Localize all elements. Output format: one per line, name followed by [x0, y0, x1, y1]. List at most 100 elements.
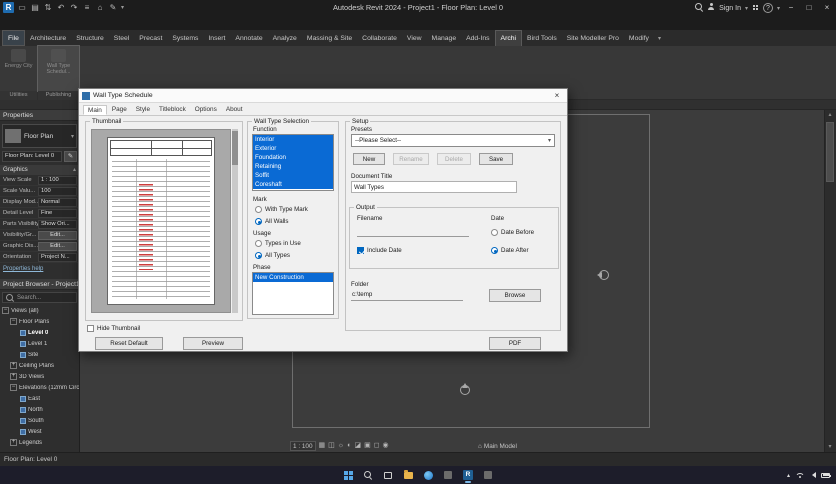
tab-add-ins[interactable]: Add-Ins — [461, 30, 494, 46]
wifi-icon[interactable] — [795, 472, 804, 479]
qat-customize-caret-icon[interactable]: ▾ — [121, 4, 124, 11]
dialog-titlebar[interactable]: Wall Type Schedule × — [79, 89, 567, 103]
show-crop-region-icon[interactable]: ▣ — [364, 441, 371, 451]
vertical-scrollbar[interactable]: ▴ ▾ — [824, 110, 834, 452]
function-option[interactable]: Coreshaft — [253, 180, 333, 189]
sign-in-button[interactable]: Sign In — [719, 5, 741, 12]
crop-view-icon[interactable]: ◪ — [354, 441, 361, 451]
dialog-close-button[interactable]: × — [550, 90, 564, 102]
tab-site-modeller-pro[interactable]: Site Modeller Pro — [562, 30, 624, 46]
scrollbar-thumb[interactable] — [232, 131, 238, 165]
close-button[interactable]: × — [820, 2, 834, 14]
function-option[interactable]: Interior — [253, 135, 333, 144]
temporary-hide-isolate-icon[interactable]: ◻ — [374, 441, 380, 451]
tab-modify[interactable]: Modify — [624, 30, 654, 46]
type-selector[interactable]: Floor Plan ▾ — [2, 124, 77, 148]
delete-button[interactable]: Delete — [437, 153, 471, 165]
phase-option[interactable]: New Construction — [253, 273, 333, 282]
tab-collaborate[interactable]: Collaborate — [357, 30, 402, 46]
ribbon-state-caret-icon[interactable]: ▾ — [654, 30, 665, 46]
file-explorer-icon[interactable] — [401, 468, 415, 482]
new-button[interactable]: New — [353, 153, 385, 165]
tab-bird-tools[interactable]: Bird Tools — [522, 30, 562, 46]
thumbnail-preview[interactable] — [91, 129, 231, 313]
tray-expand-icon[interactable]: ▴ — [787, 472, 790, 479]
tab-structure[interactable]: Structure — [71, 30, 109, 46]
collapse-icon[interactable] — [10, 384, 17, 391]
tree-item-elevations[interactable]: Elevations (12mm Circle) — [0, 382, 79, 393]
detail-level-icon[interactable]: ▦ — [319, 441, 326, 451]
presets-select[interactable]: --Please Select-- ▾ — [351, 134, 555, 147]
expand-icon[interactable] — [10, 439, 17, 446]
tree-item-floor-plans[interactable]: Floor Plans — [0, 316, 79, 327]
edit-type-button[interactable]: ✎ — [64, 151, 77, 162]
dialog-tab-main[interactable]: Main — [83, 105, 107, 115]
reset-default-button[interactable]: Reset Default — [95, 337, 163, 350]
save-button[interactable]: Save — [479, 153, 513, 165]
property-value[interactable]: Project N... — [38, 252, 77, 262]
tab-archi[interactable]: Archi — [494, 30, 523, 46]
save-icon[interactable]: ▤ — [30, 3, 40, 13]
volume-icon[interactable] — [809, 472, 816, 478]
tab-manage[interactable]: Manage — [427, 30, 462, 46]
rename-button[interactable]: Rename — [393, 153, 429, 165]
browser-search-input[interactable]: Search... — [2, 292, 77, 303]
print-icon[interactable]: ≡ — [82, 3, 92, 13]
function-option[interactable]: Retaining — [253, 162, 333, 171]
tab-massing-site[interactable]: Massing & Site — [302, 30, 357, 46]
dialog-tab-options[interactable]: Options — [191, 105, 221, 115]
edit-visibility-button[interactable]: Edit... — [38, 230, 77, 240]
radio-date-after[interactable]: Date After — [491, 247, 529, 254]
tree-item-east[interactable]: East — [0, 393, 79, 404]
tree-item-ceiling-plans[interactable]: Ceiling Plans — [0, 360, 79, 371]
checkbox-hide-thumbnail[interactable]: Hide Thumbnail — [87, 325, 140, 332]
sun-path-icon[interactable]: ☼ — [338, 441, 344, 451]
tab-file[interactable]: File — [2, 30, 25, 46]
function-option[interactable]: Soffit — [253, 171, 333, 180]
tree-item-west[interactable]: West — [0, 426, 79, 437]
search-icon[interactable] — [695, 3, 703, 13]
app-store-icon[interactable] — [752, 4, 759, 13]
active-workset-indicator[interactable]: ⌂ Main Model — [478, 440, 517, 452]
shadows-icon[interactable]: ◐ — [347, 441, 351, 451]
tab-architecture[interactable]: Architecture — [25, 30, 71, 46]
dialog-tab-style[interactable]: Style — [132, 105, 154, 115]
tree-item-level-1[interactable]: Level 1 — [0, 338, 79, 349]
dialog-tab-about[interactable]: About — [222, 105, 247, 115]
elevation-marker-icon[interactable] — [596, 267, 612, 283]
tree-item-level-0[interactable]: Level 0 — [0, 327, 79, 338]
expand-icon[interactable] — [10, 362, 17, 369]
scale-button[interactable]: 1 : 100 — [290, 441, 316, 451]
property-value[interactable]: Show Ori... — [38, 219, 77, 229]
property-value[interactable]: Fine — [38, 208, 77, 218]
document-title-input[interactable] — [351, 181, 517, 193]
visual-style-icon[interactable]: ◫ — [328, 441, 335, 451]
radio-all-walls[interactable]: All Walls — [255, 218, 289, 225]
property-value[interactable]: 100 — [38, 186, 77, 196]
tree-item-site[interactable]: Site — [0, 349, 79, 360]
function-option[interactable]: Foundation — [253, 153, 333, 162]
sign-in-caret-icon[interactable]: ▾ — [745, 5, 748, 12]
tab-insert[interactable]: Insert — [203, 30, 230, 46]
tab-steel[interactable]: Steel — [109, 30, 135, 46]
phase-listbox[interactable]: New Construction — [252, 272, 334, 315]
pdf-button[interactable]: PDF — [489, 337, 541, 350]
tab-view[interactable]: View — [402, 30, 427, 46]
undo-icon[interactable]: ↶ — [56, 3, 66, 13]
tree-item-north[interactable]: North — [0, 404, 79, 415]
property-value[interactable]: 1 : 100 — [38, 175, 77, 185]
task-view-icon[interactable] — [381, 468, 395, 482]
pinned-app-icon[interactable] — [481, 468, 495, 482]
edit-graphic-display-button[interactable]: Edit... — [38, 241, 77, 251]
scrollbar-thumb[interactable] — [826, 122, 834, 182]
help-caret-icon[interactable]: ▾ — [777, 5, 780, 12]
maximize-button[interactable]: □ — [802, 2, 816, 14]
function-listbox[interactable]: Interior Exterior Foundation Retaining S… — [252, 134, 334, 191]
taskbar-search-icon[interactable] — [361, 468, 375, 482]
radio-types-in-use[interactable]: Types in Use — [255, 240, 301, 247]
tree-item-views-all[interactable]: Views (all) — [0, 305, 79, 316]
minimize-button[interactable]: − — [784, 2, 798, 14]
redo-icon[interactable]: ↷ — [69, 3, 79, 13]
tab-annotate[interactable]: Annotate — [230, 30, 267, 46]
edge-browser-icon[interactable] — [421, 468, 435, 482]
